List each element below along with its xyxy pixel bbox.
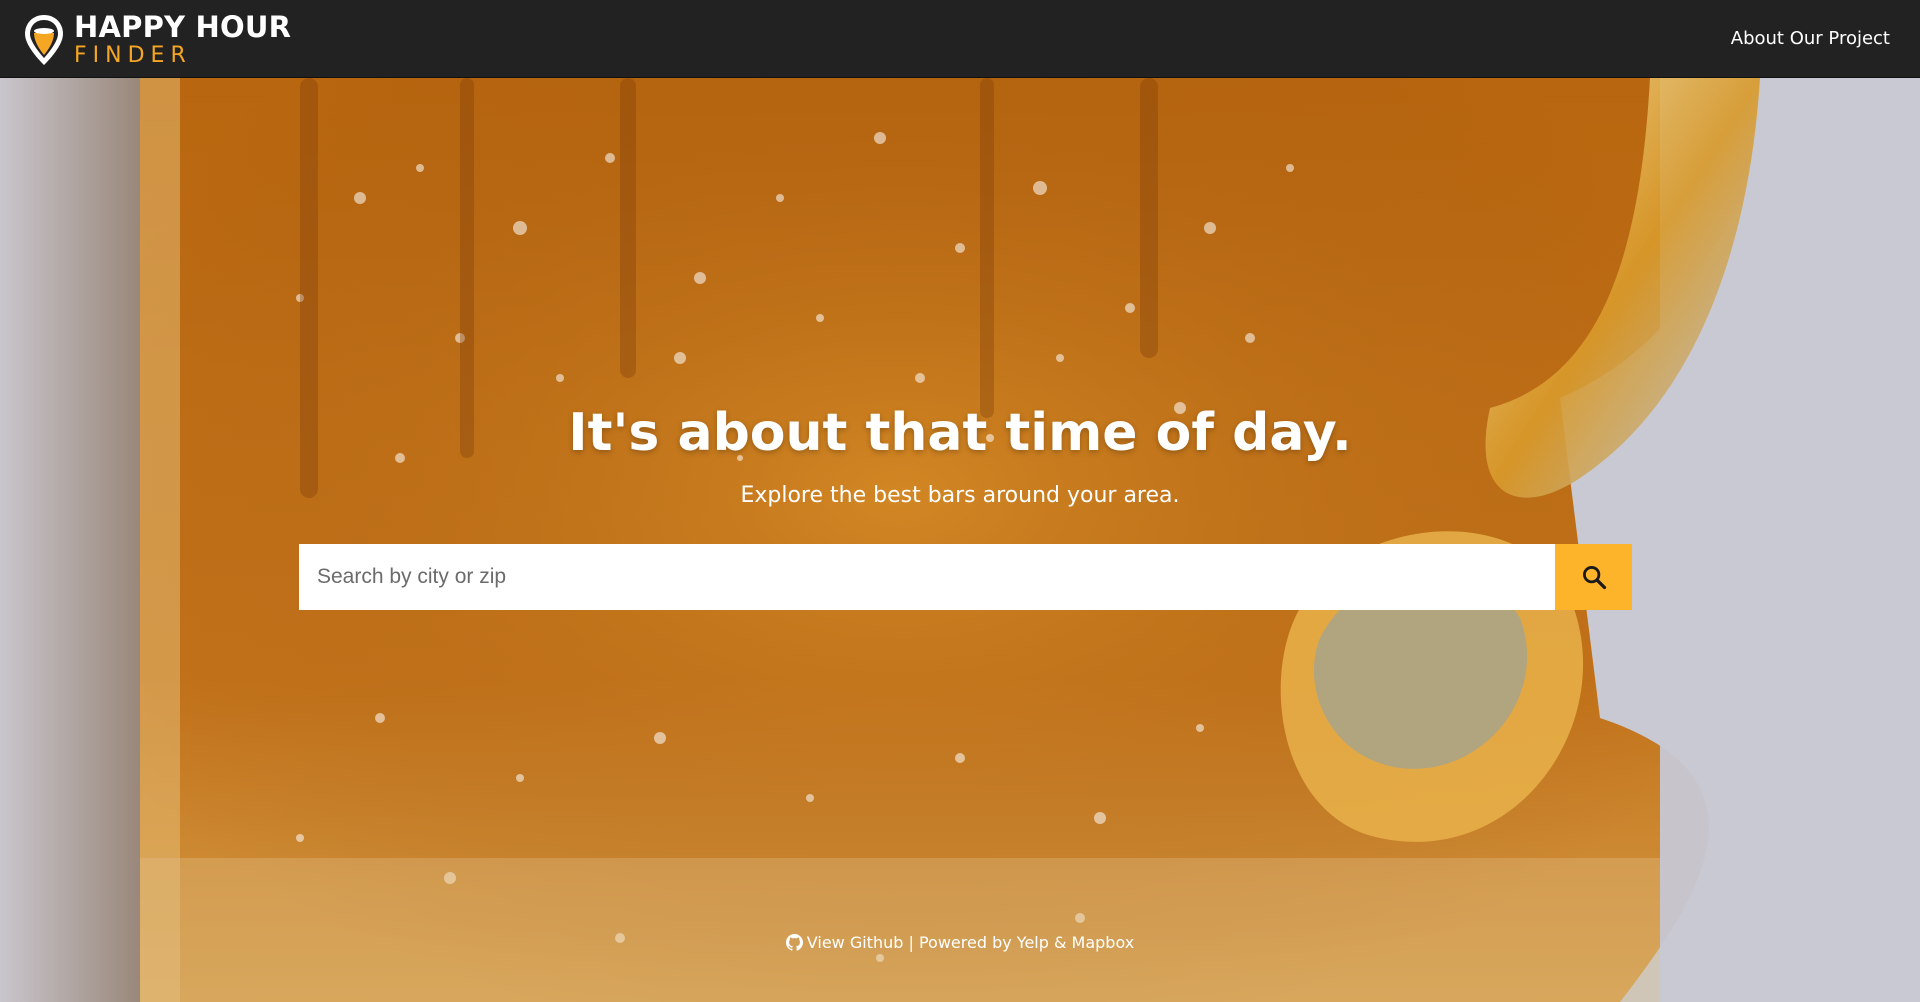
navbar: HAPPY HOUR FINDER About Our Project bbox=[0, 0, 1920, 78]
github-link[interactable]: View Github bbox=[785, 933, 909, 952]
hero-background-image bbox=[0, 78, 1920, 1002]
hero-subtitle: Explore the best bars around your area. bbox=[740, 483, 1180, 508]
search-input[interactable] bbox=[299, 544, 1555, 610]
github-icon bbox=[785, 934, 803, 951]
brand[interactable]: HAPPY HOUR FINDER bbox=[22, 12, 291, 68]
map-pin-beer-icon bbox=[25, 15, 63, 65]
footer-separator: | bbox=[908, 933, 914, 952]
hero-section: It's about that time of day. Explore the… bbox=[0, 78, 1920, 1002]
brand-name: HAPPY HOUR bbox=[74, 10, 292, 44]
search-form bbox=[299, 544, 1632, 610]
github-link-label: View Github bbox=[806, 933, 904, 952]
powered-by-text: Powered by Yelp & Mapbox bbox=[918, 933, 1135, 952]
search-button[interactable] bbox=[1555, 544, 1632, 610]
brand-tagline: FINDER bbox=[74, 43, 192, 68]
hero-title: It's about that time of day. bbox=[568, 403, 1352, 463]
footer: View Github | Powered by Yelp & Mapbox bbox=[0, 933, 1920, 952]
about-project-link[interactable]: About Our Project bbox=[1731, 28, 1890, 49]
search-icon bbox=[1582, 566, 1606, 590]
